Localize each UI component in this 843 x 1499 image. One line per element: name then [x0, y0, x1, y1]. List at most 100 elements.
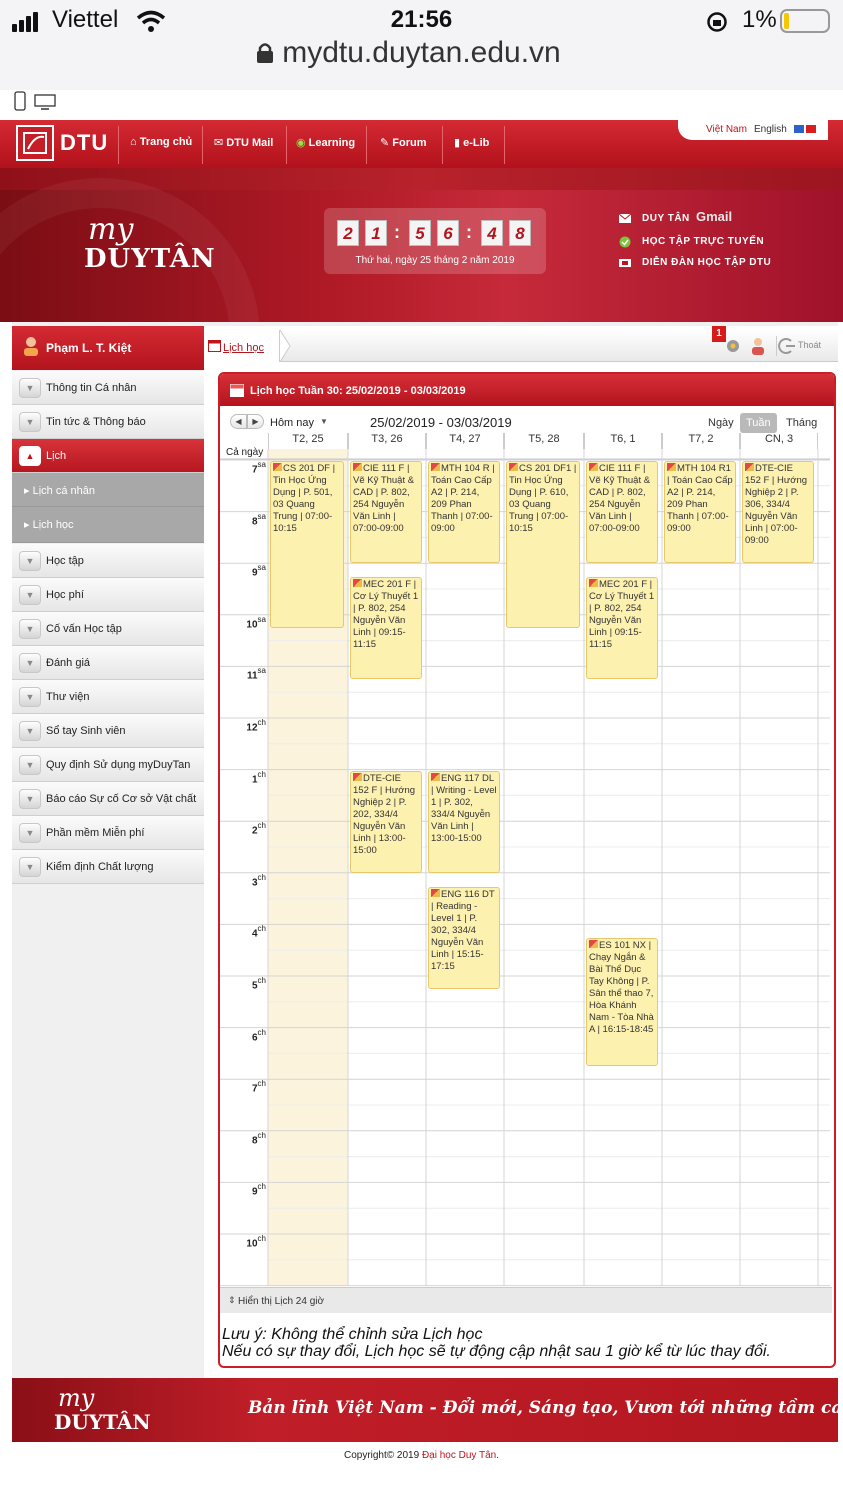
- schedule-event[interactable]: ENG 117 DL | Writing - Level 1 | P. 302,…: [428, 770, 500, 873]
- dtu-logo-text[interactable]: DTU: [60, 130, 108, 156]
- settings-icon[interactable]: [724, 338, 742, 354]
- desktop-view-icon[interactable]: [34, 94, 56, 110]
- sidebar-item-news[interactable]: ▼ Tin tức & Thông báo: [12, 405, 204, 439]
- url-bar[interactable]: mydtu.duytan.edu.vn: [0, 36, 843, 70]
- footer-brand-my: my: [58, 1384, 95, 1412]
- day-header[interactable]: CN, 3: [740, 433, 818, 449]
- nav-elib[interactable]: ▮ e-Lib: [454, 136, 489, 149]
- chevron-down-icon: ▼: [19, 619, 41, 639]
- day-header[interactable]: T7, 2: [662, 433, 740, 449]
- gmail-logo[interactable]: Gmail: [696, 209, 732, 224]
- sidebar-item-label: Báo cáo Sự cố Cơ sở Vật chất: [46, 793, 197, 805]
- sidebar-item-label: Đánh giá: [46, 657, 91, 669]
- mail-icon: [618, 213, 632, 223]
- user-name[interactable]: Phạm L. T. Kiệt: [46, 341, 131, 355]
- chevron-up-icon: ▲: [19, 446, 41, 466]
- caret-right-icon: ▸: [24, 519, 33, 531]
- schedule-event[interactable]: MTH 104 R | Toán Cao Cấp A2 | P. 214, 20…: [428, 461, 500, 564]
- copyright-link[interactable]: Đại học Duy Tân: [422, 1450, 496, 1461]
- hour-label: 9sa: [251, 563, 266, 579]
- lang-en[interactable]: English: [754, 124, 787, 135]
- user-avatar-icon: [24, 337, 38, 356]
- tab-label: Lịch học: [223, 342, 264, 354]
- nav-forum[interactable]: ✎ Forum: [380, 136, 427, 149]
- show-24h-toggle[interactable]: Hiển thị Lịch 24 giờ: [238, 1296, 324, 1307]
- sidebar-item-evaluation[interactable]: ▼ Đánh giá: [12, 646, 204, 680]
- logout-label[interactable]: Thoát: [798, 340, 821, 350]
- clock-digit: 4: [481, 220, 503, 246]
- view-day-button[interactable]: Ngày: [702, 413, 740, 433]
- pencil-icon: [431, 888, 440, 897]
- user-profile-icon[interactable]: [750, 337, 766, 355]
- schedule-event[interactable]: CIE 111 F | Vẽ Kỹ Thuật & CAD | P. 802, …: [586, 461, 658, 564]
- home-icon: ⌂: [130, 136, 140, 148]
- schedule-event[interactable]: MTH 104 R1 | Toán Cao Cấp A2 | P. 214, 2…: [664, 461, 736, 564]
- day-header[interactable]: T3, 26: [348, 433, 426, 449]
- lang-vn[interactable]: Việt Nam: [706, 124, 747, 135]
- view-week-button[interactable]: Tuần: [740, 413, 777, 433]
- nav-learning-label: Learning: [308, 137, 356, 149]
- hour-label: 12ch: [246, 718, 266, 734]
- schedule-event[interactable]: CS 201 DF1 | Tin Học Ứng Dụng | P. 610, …: [506, 461, 580, 628]
- mobile-view-icon[interactable]: [14, 91, 26, 111]
- hour-label: 10sa: [246, 614, 266, 631]
- event-text: ES 101 NX | Chạy Ngắn & Bài Thể Dục Tay …: [589, 940, 654, 1036]
- nav-mail[interactable]: ✉ DTU Mail: [214, 136, 273, 149]
- pencil-icon: [589, 940, 598, 949]
- event-text: CIE 111 F | Vẽ Kỹ Thuật & CAD | P. 802, …: [353, 463, 415, 534]
- sidebar-item-library[interactable]: ▼ Thư viện: [12, 680, 204, 714]
- banner-link-forum[interactable]: DIỄN ĐÀN HỌC TẬP DTU: [642, 257, 771, 268]
- banner-link-mail[interactable]: DUY TÂN: [642, 213, 690, 224]
- day-header[interactable]: T2, 25: [268, 433, 348, 449]
- sidebar-item-advisor[interactable]: ▼ Cố vấn Học tập: [12, 612, 204, 646]
- sidebar-item-study[interactable]: ▼ Học tập: [12, 544, 204, 578]
- schedule-event[interactable]: DTE-CIE 152 F | Hướng Nghiệp 2 | P. 306,…: [742, 461, 814, 564]
- view-month-button[interactable]: Tháng: [780, 413, 823, 433]
- schedule-event[interactable]: CIE 111 F | Vẽ Kỹ Thuật & CAD | P. 802, …: [350, 461, 422, 564]
- schedule-event[interactable]: DTE-CIE 152 F | Hướng Nghiệp 2 | P. 202,…: [350, 770, 422, 873]
- logout-icon[interactable]: [778, 337, 796, 355]
- dtu-logo-icon[interactable]: [16, 125, 54, 161]
- sidebar-item-calendar[interactable]: ▲ Lịch: [12, 439, 204, 473]
- schedule-event[interactable]: ENG 116 DT | Reading - Level 1 | P. 302,…: [428, 886, 500, 989]
- schedule-event[interactable]: CS 201 DF | Tin Học Ứng Dụng | P. 501, 0…: [270, 461, 344, 628]
- day-header[interactable]: T5, 28: [504, 433, 584, 449]
- today-button[interactable]: Hôm nay: [270, 417, 314, 429]
- pencil-icon: [431, 772, 440, 781]
- device-toggle-bar: [0, 90, 843, 118]
- hour-label: 10ch: [246, 1234, 266, 1250]
- sidebar-item-personal-info[interactable]: ▼ Thông tin Cá nhân: [12, 371, 204, 405]
- browser-status-bar: Viettel 21:56 1% mydtu.duytan.edu.vn: [0, 0, 843, 90]
- prev-week-button[interactable]: ◀: [230, 414, 247, 429]
- sidebar-sub-class-schedule[interactable]: ▸ Lịch học: [12, 507, 204, 543]
- footer-slogan: Bản lĩnh Việt Nam - Đổi mới, Sáng tạo, V…: [248, 1398, 843, 1418]
- sidebar-item-quality[interactable]: ▼ Kiểm định Chất lượng: [12, 850, 204, 884]
- flag-vn-icon[interactable]: [806, 125, 816, 133]
- event-text: MEC 201 F | Cơ Lý Thuyết 1 | P. 802, 254…: [353, 579, 419, 651]
- sidebar-item-tuition[interactable]: ▼ Học phí: [12, 578, 204, 612]
- sidebar-item-label: Thông tin Cá nhân: [46, 382, 137, 394]
- schedule-event[interactable]: MEC 201 F | Cơ Lý Thuyết 1 | P. 802, 254…: [350, 577, 422, 680]
- hour-label: 1ch: [251, 769, 266, 785]
- flag-uk-icon[interactable]: [794, 125, 804, 133]
- chevron-down-icon: ▼: [19, 789, 41, 809]
- clock-digit: 2: [337, 220, 359, 246]
- day-header[interactable]: T4, 27: [426, 433, 504, 449]
- chevron-down-icon[interactable]: ▼: [320, 417, 328, 426]
- banner-link-learning[interactable]: HỌC TẬP TRỰC TUYẾN: [642, 236, 764, 247]
- nav-learning[interactable]: ◉ Learning: [296, 136, 355, 149]
- schedule-event[interactable]: ES 101 NX | Chạy Ngắn & Bài Thể Dục Tay …: [586, 938, 658, 1067]
- sidebar: Phạm L. T. Kiệt ▼ Thông tin Cá nhân ▼ Tin …: [12, 326, 204, 884]
- tab-class-schedule[interactable]: Lịch học: [204, 330, 280, 362]
- sidebar-item-report[interactable]: ▼ Báo cáo Sự cố Cơ sở Vật chất: [12, 782, 204, 816]
- sidebar-item-software[interactable]: ▼ Phần mềm Miễn phí: [12, 816, 204, 850]
- next-week-button[interactable]: ▶: [247, 414, 264, 429]
- sidebar-sub-personal-calendar[interactable]: ▸ Lịch cá nhân: [12, 473, 204, 507]
- chevron-down-icon: ▼: [19, 412, 41, 432]
- sidebar-item-label: Quy định Sử dụng myDuyTan: [46, 759, 191, 771]
- sidebar-item-handbook[interactable]: ▼ Sổ tay Sinh viên: [12, 714, 204, 748]
- day-header[interactable]: T6, 1: [584, 433, 662, 449]
- schedule-event[interactable]: MEC 201 F | Cơ Lý Thuyết 1 | P. 802, 254…: [586, 577, 658, 680]
- nav-home[interactable]: ⌂ Trang chủ: [130, 136, 192, 148]
- sidebar-item-rules[interactable]: ▼ Quy định Sử dụng myDuyTan: [12, 748, 204, 782]
